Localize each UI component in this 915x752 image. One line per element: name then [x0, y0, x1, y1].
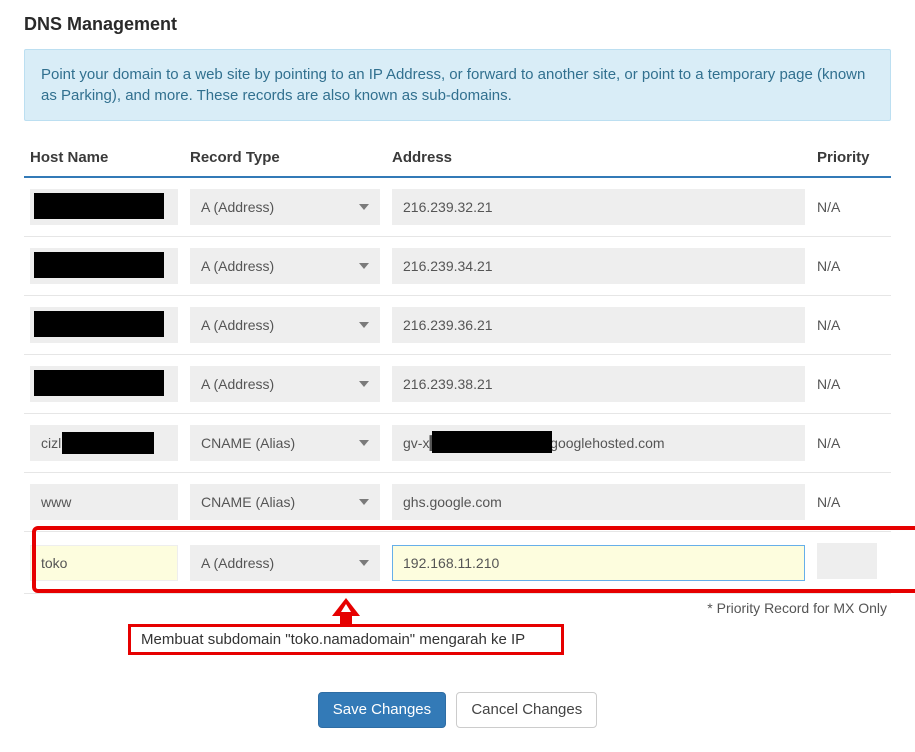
- chevron-down-icon: [359, 322, 369, 328]
- recordtype-select[interactable]: CNAME (Alias): [190, 484, 380, 520]
- recordtype-select[interactable]: A (Address): [190, 307, 380, 343]
- recordtype-value: A (Address): [201, 199, 274, 215]
- table-row: CNAME (Alias) N/A: [24, 473, 891, 532]
- chevron-down-icon: [359, 560, 369, 566]
- table-row: A (Address) N/A: [24, 237, 891, 296]
- address-input[interactable]: [392, 248, 805, 284]
- recordtype-value: CNAME (Alias): [201, 494, 295, 510]
- annotation-label: Membuat subdomain "toko.namadomain" meng…: [128, 624, 564, 655]
- info-banner: Point your domain to a web site by point…: [24, 49, 891, 121]
- redaction-box: [34, 370, 164, 396]
- chevron-down-icon: [359, 499, 369, 505]
- save-button[interactable]: Save Changes: [318, 692, 446, 728]
- annotation-callout: Membuat subdomain "toko.namadomain" meng…: [128, 598, 564, 655]
- recordtype-select[interactable]: A (Address): [190, 189, 380, 225]
- table-row: A (Address) N/A: [24, 177, 891, 237]
- redaction-box: [34, 311, 164, 337]
- recordtype-value: A (Address): [201, 555, 274, 571]
- chevron-down-icon: [359, 204, 369, 210]
- col-header-hostname: Host Name: [24, 141, 184, 177]
- address-input[interactable]: [392, 189, 805, 225]
- priority-value: N/A: [811, 355, 891, 414]
- priority-value: N/A: [811, 237, 891, 296]
- recordtype-select[interactable]: CNAME (Alias): [190, 425, 380, 461]
- dns-table: Host Name Record Type Address Priority A…: [24, 141, 891, 594]
- chevron-down-icon: [359, 440, 369, 446]
- recordtype-value: A (Address): [201, 317, 274, 333]
- recordtype-value: A (Address): [201, 376, 274, 392]
- chevron-down-icon: [359, 263, 369, 269]
- chevron-down-icon: [359, 381, 369, 387]
- hostname-input[interactable]: [30, 545, 178, 581]
- annotation-arrow-icon: [332, 598, 360, 616]
- address-input[interactable]: [392, 545, 805, 581]
- priority-value: N/A: [811, 296, 891, 355]
- col-header-recordtype: Record Type: [184, 141, 386, 177]
- table-row: A (Address) N/A: [24, 296, 891, 355]
- priority-value: N/A: [811, 177, 891, 237]
- page-title: DNS Management: [24, 14, 891, 35]
- recordtype-select[interactable]: A (Address): [190, 248, 380, 284]
- redaction-box: [34, 193, 164, 219]
- table-row: A (Address) N/A: [24, 355, 891, 414]
- address-input[interactable]: [392, 484, 805, 520]
- recordtype-value: A (Address): [201, 258, 274, 274]
- redaction-box: [432, 431, 552, 453]
- table-row: A (Address): [24, 532, 891, 594]
- redaction-box: [62, 432, 154, 454]
- hostname-input[interactable]: [30, 484, 178, 520]
- recordtype-value: CNAME (Alias): [201, 435, 295, 451]
- address-input[interactable]: [392, 366, 805, 402]
- recordtype-select[interactable]: A (Address): [190, 366, 380, 402]
- address-input[interactable]: [392, 307, 805, 343]
- col-header-address: Address: [386, 141, 811, 177]
- col-header-priority: Priority: [811, 141, 891, 177]
- cancel-button[interactable]: Cancel Changes: [456, 692, 597, 728]
- priority-value: N/A: [811, 414, 891, 473]
- table-row: CNAME (Alias) N/A: [24, 414, 891, 473]
- redaction-box: [34, 252, 164, 278]
- priority-value: N/A: [811, 473, 891, 532]
- recordtype-select[interactable]: A (Address): [190, 545, 380, 581]
- priority-input[interactable]: [817, 543, 877, 579]
